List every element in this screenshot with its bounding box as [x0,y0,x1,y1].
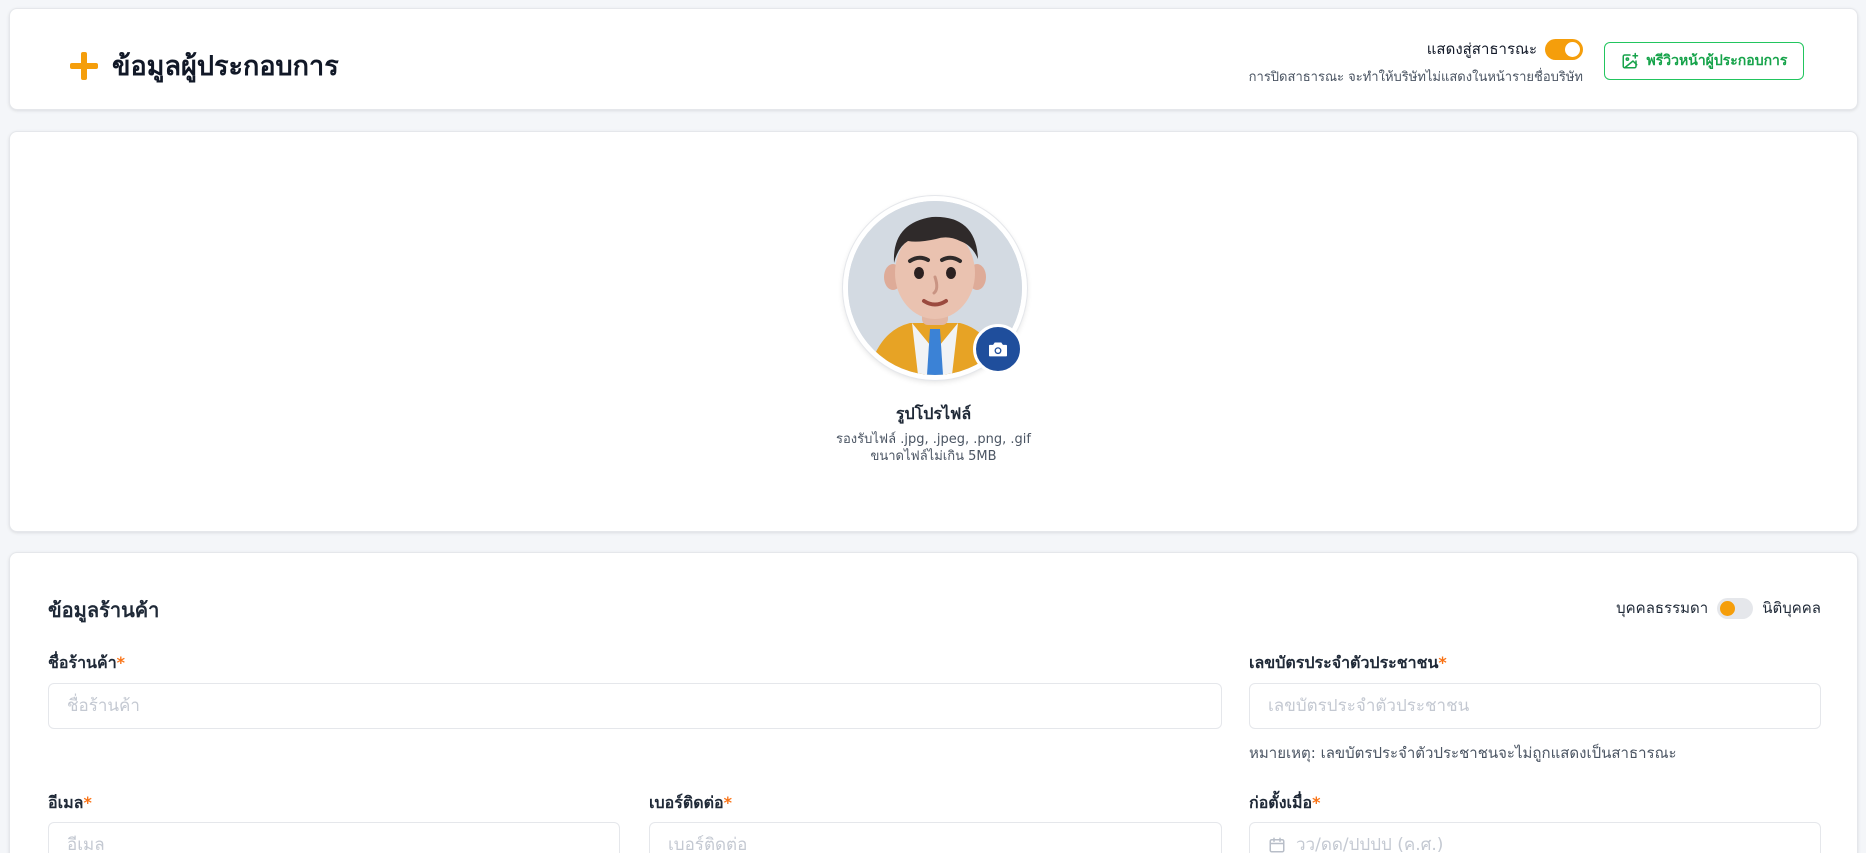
page-title-wrap: ข้อมูลผู้ประกอบการ [68,44,339,87]
camera-icon [989,342,1007,357]
profile-title: รูปโปรไฟล์ [895,404,972,423]
id-card-input[interactable] [1249,683,1821,729]
image-edit-icon [1622,52,1638,69]
required-mark: * [723,793,732,812]
phone-input[interactable] [649,822,1222,853]
public-toggle-label: แสดงสู่สาธารณะ [1426,40,1537,58]
preview-button-label: พรีวิวหน้าผู้ประกอบการ [1646,53,1788,69]
change-photo-button[interactable] [973,324,1023,374]
email-label-text: อีเมล [48,793,84,812]
email-label: อีเมล* [48,791,92,816]
entity-type-switch: บุคคลธรรมดา นิติบุคคล [1616,596,1821,620]
public-visibility: แสดงสู่สาธารณะ การปิดสาธารณะ จะทำให้บริษ… [1249,37,1583,87]
id-card-label-text: เลขบัตรประจำตัวประชาชน [1249,653,1439,672]
established-input[interactable] [1296,825,1796,853]
store-name-label: ชื่อร้านค้า* [48,651,125,676]
profile-formats: รองรับไฟล์ .jpg, .jpeg, .png, .gif [836,432,1031,447]
plus-icon [68,50,100,82]
required-mark: * [116,653,126,672]
toggle-knob [1565,41,1580,57]
calendar-icon [1269,837,1285,853]
avatar-wrap [843,196,1027,380]
profile-texts: รูปโปรไฟล์ รองรับไฟล์ .jpg, .jpeg, .png,… [10,402,1857,465]
phone-label: เบอร์ติดต่อ* [649,791,732,816]
entity-type-toggle[interactable] [1717,597,1754,619]
header-card: ข้อมูลผู้ประกอบการ แสดงสู่สาธารณะ การปิด… [9,8,1858,110]
entity-left-label: บุคคลธรรมดา [1616,599,1709,617]
preview-button[interactable]: พรีวิวหน้าผู้ประกอบการ [1604,42,1804,80]
established-label-text: ก่อตั้งเมื่อ [1249,793,1313,812]
established-date-field[interactable] [1249,822,1821,853]
store-info-card: ข้อมูลร้านค้า บุคคลธรรมดา นิติบุคคล ชื่อ… [9,552,1858,853]
id-card-note: หมายเหตุ: เลขบัตรประจำตัวประชาชนจะไม่ถูก… [1249,744,1677,762]
public-note: การปิดสาธารณะ จะทำให้บริษัทไม่แสดงในหน้า… [1248,70,1583,85]
section-title: ข้อมูลร้านค้า [48,598,160,622]
store-name-input[interactable] [48,683,1222,729]
required-mark: * [1438,653,1447,672]
page-title: ข้อมูลผู้ประกอบการ [112,51,339,82]
store-name-label-text: ชื่อร้านค้า [48,653,117,672]
required-mark: * [1312,793,1321,812]
phone-label-text: เบอร์ติดต่อ [649,793,724,812]
established-label: ก่อตั้งเมื่อ* [1249,791,1321,816]
email-input[interactable] [48,822,620,853]
profile-card: รูปโปรไฟล์ รองรับไฟล์ .jpg, .jpeg, .png,… [9,131,1858,532]
profile-size-limit: ขนาดไฟล์ไม่เกิน 5MB [870,449,997,464]
id-card-label: เลขบัตรประจำตัวประชาชน* [1249,651,1447,676]
public-toggle[interactable] [1545,38,1583,60]
entity-right-label: นิติบุคคล [1762,599,1821,617]
required-mark: * [83,793,92,812]
toggle-knob [1720,600,1736,616]
